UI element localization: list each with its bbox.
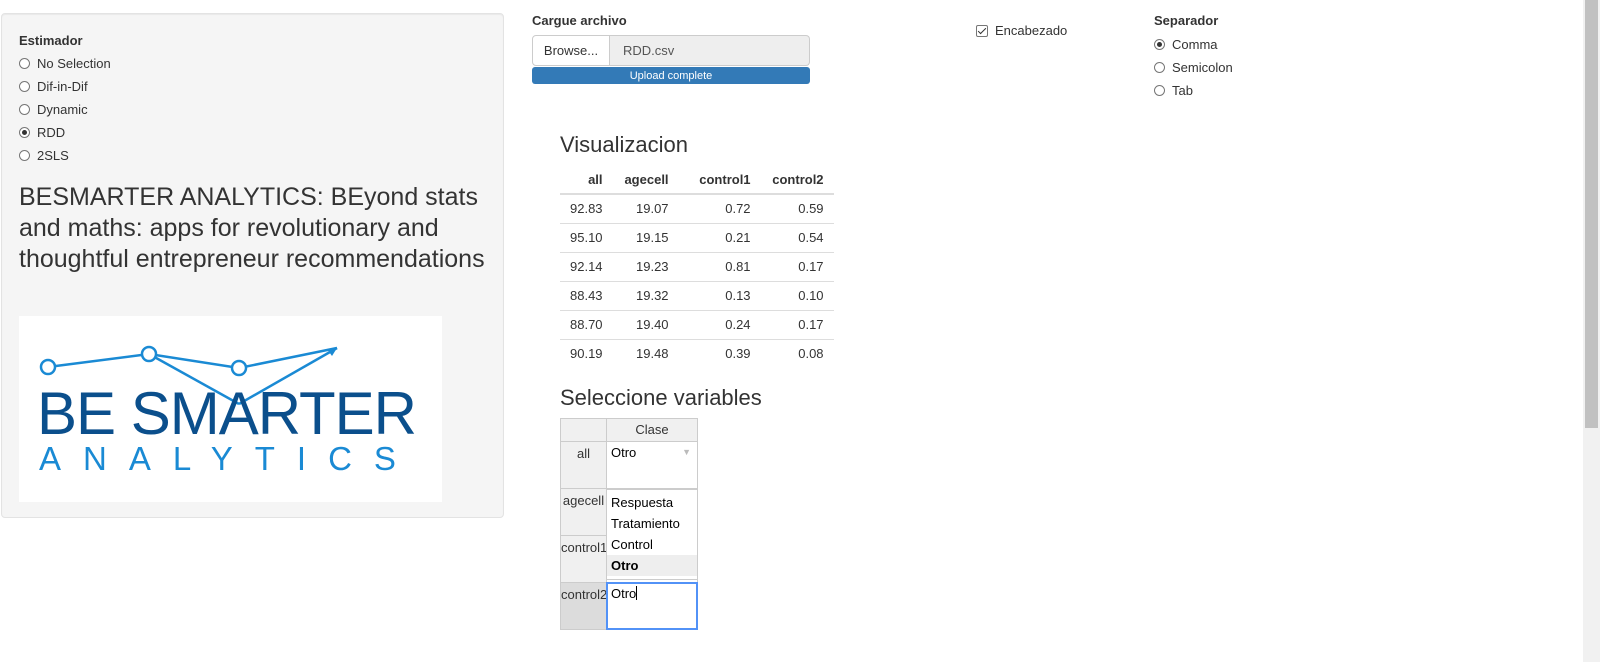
header-checkbox-row[interactable]: Encabezado (976, 23, 1067, 38)
dropdown-arrow-icon[interactable]: ▼ (682, 447, 691, 457)
logo-text-line1: BE SMARTER (37, 380, 416, 447)
table-cell: 92.14 (560, 251, 613, 281)
table-row: 92.83 19.07 0.72 0.59 (560, 193, 834, 223)
page-scrollbar[interactable] (1583, 0, 1600, 662)
estimator-option-label: Dif-in-Dif (37, 79, 88, 94)
besmarter-logo: BE SMARTER ANALYTICS (19, 316, 442, 502)
estimator-option-no-selection[interactable]: No Selection (19, 56, 111, 71)
radio-dif-in-dif[interactable] (19, 81, 30, 92)
table-cell: 19.40 (612, 309, 679, 339)
table-cell: 19.07 (612, 193, 679, 223)
table-cell: 0.21 (678, 222, 761, 252)
table-row: 95.10 19.15 0.21 0.54 (560, 222, 834, 252)
radio-dynamic[interactable] (19, 104, 30, 115)
cell-value: Otro (611, 445, 637, 460)
table-cell: 19.23 (612, 251, 679, 281)
dropdown-option-otro[interactable]: Otro (607, 555, 697, 576)
table-cell: 0.13 (678, 280, 761, 310)
data-preview-table: all agecell control1 control2 92.83 19.0… (560, 166, 834, 368)
estimator-option-dif-in-dif[interactable]: Dif-in-Dif (19, 79, 88, 94)
visualization-title: Visualizacion (560, 132, 689, 157)
column-header: control1 (678, 166, 761, 195)
radio-comma[interactable] (1154, 39, 1165, 50)
estimator-option-rdd[interactable]: RDD (19, 125, 65, 140)
column-header: all (560, 166, 613, 195)
table-cell: 19.15 (612, 222, 679, 252)
header-checkbox-label: Encabezado (995, 23, 1068, 38)
class-dropdown-list[interactable]: Respuesta Tratamiento Control Otro (606, 489, 698, 580)
estimator-option-label: 2SLS (37, 148, 69, 163)
table-cell: 0.17 (760, 251, 834, 281)
separator-option-semicolon[interactable]: Semicolon (1154, 60, 1233, 75)
dropdown-option-tratamiento[interactable]: Tratamiento (607, 513, 697, 534)
sidebar-panel: Estimador No Selection Dif-in-Dif Dynami… (1, 13, 504, 518)
column-header-clase[interactable]: Clase (606, 418, 698, 442)
table-cell: 90.19 (560, 338, 613, 368)
table-cell: 0.59 (760, 193, 834, 223)
table-cell: 0.81 (678, 251, 761, 281)
browse-button[interactable]: Browse... (532, 35, 610, 66)
table-cell: 92.83 (560, 193, 613, 223)
table-cell: 0.08 (760, 338, 834, 368)
app-headline: BESMARTER ANALYTICS: BEyond stats and ma… (19, 183, 485, 273)
scrollbar-thumb[interactable] (1585, 0, 1598, 428)
radio-tab[interactable] (1154, 85, 1165, 96)
estimator-option-label: No Selection (37, 56, 111, 71)
separator-option-comma[interactable]: Comma (1154, 37, 1218, 52)
file-input-group[interactable]: Browse... RDD.csv (532, 35, 810, 66)
table-cell: 0.24 (678, 309, 761, 339)
select-variables-title: Seleccione variables (560, 385, 762, 410)
logo-text-line2: ANALYTICS (39, 440, 418, 477)
table-cell: 0.54 (760, 222, 834, 252)
radio-no-selection[interactable] (19, 58, 30, 69)
row-header-control1[interactable]: control1 (560, 535, 607, 583)
row-header-all[interactable]: all (560, 441, 607, 489)
editor-value: Otro (611, 586, 637, 601)
table-cell: 0.17 (760, 309, 834, 339)
radio-rdd[interactable] (19, 127, 30, 138)
table-cell: 0.39 (678, 338, 761, 368)
class-cell-all[interactable]: Otro ▼ (606, 441, 698, 489)
table-cell: 95.10 (560, 222, 613, 252)
class-cell-editor-control2[interactable]: Otro (606, 582, 698, 630)
text-caret (636, 586, 638, 600)
row-header-control2[interactable]: control2 (560, 582, 607, 630)
table-cell: 88.70 (560, 309, 613, 339)
file-name-field[interactable]: RDD.csv (610, 35, 810, 66)
separator-option-tab[interactable]: Tab (1154, 83, 1193, 98)
row-header-agecell[interactable]: agecell (560, 488, 607, 536)
separator-label: Separador (1154, 13, 1219, 28)
table-row: 88.70 19.40 0.24 0.17 (560, 309, 834, 339)
table-row: 90.19 19.48 0.39 0.08 (560, 338, 834, 368)
table-cell: 19.32 (612, 280, 679, 310)
estimator-option-label: Dynamic (37, 102, 88, 117)
table-row: 92.14 19.23 0.81 0.17 (560, 251, 834, 281)
estimator-option-dynamic[interactable]: Dynamic (19, 102, 88, 117)
separator-option-label: Comma (1172, 37, 1218, 52)
estimator-option-2sls[interactable]: 2SLS (19, 148, 69, 163)
table-row: 88.43 19.32 0.13 0.10 (560, 280, 834, 310)
table-cell: 0.10 (760, 280, 834, 310)
column-header: agecell (612, 166, 679, 195)
table-header-row: all agecell control1 control2 (560, 166, 834, 195)
dropdown-option-control[interactable]: Control (607, 534, 697, 555)
header-checkbox[interactable] (976, 24, 988, 37)
separator-option-label: Semicolon (1172, 60, 1233, 75)
estimator-label: Estimador (19, 33, 83, 48)
dropdown-option-respuesta[interactable]: Respuesta (607, 492, 697, 513)
column-header: control2 (760, 166, 834, 195)
table-cell: 19.48 (612, 338, 679, 368)
table-cell: 0.72 (678, 193, 761, 223)
radio-2sls[interactable] (19, 150, 30, 161)
grid-corner (560, 418, 607, 442)
upload-progress-bar: Upload complete (532, 67, 810, 84)
separator-option-label: Tab (1172, 83, 1193, 98)
estimator-option-label: RDD (37, 125, 66, 140)
table-cell: 88.43 (560, 280, 613, 310)
upload-label: Cargue archivo (532, 13, 627, 28)
radio-semicolon[interactable] (1154, 62, 1165, 73)
